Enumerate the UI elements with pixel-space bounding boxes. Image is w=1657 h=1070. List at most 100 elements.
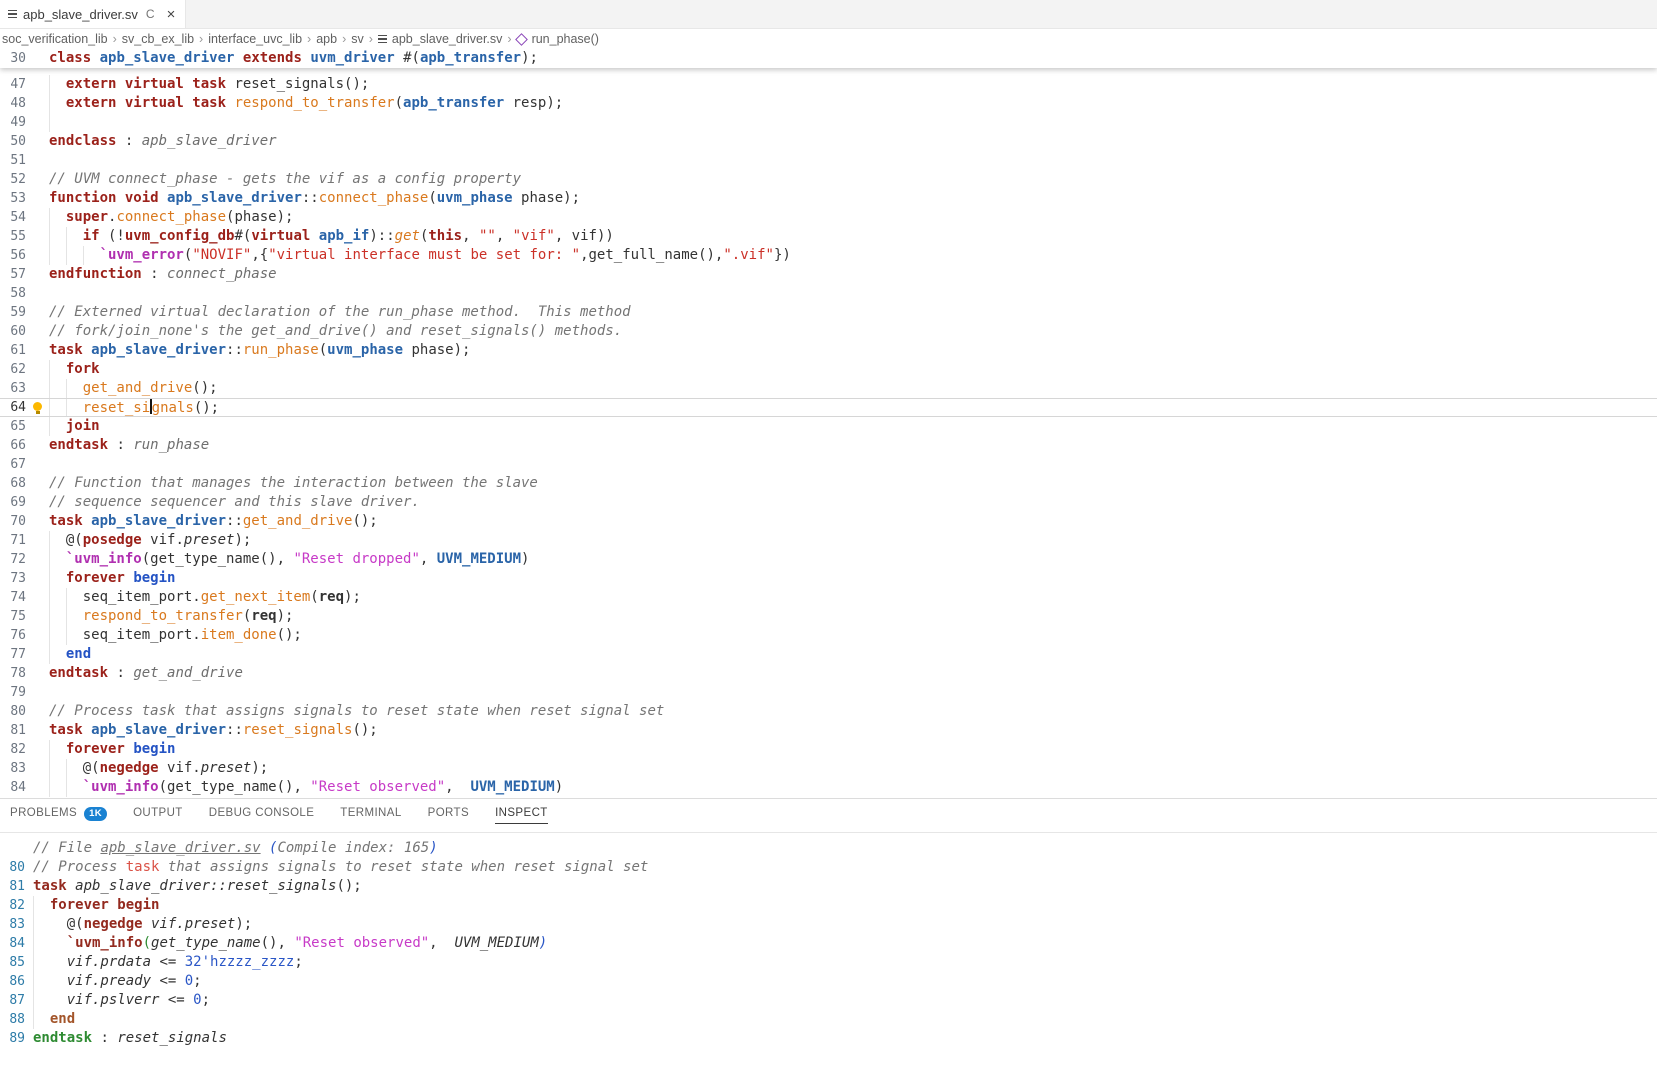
code-line[interactable]: 57endfunction : connect_phase	[0, 265, 1657, 284]
indent-guide	[49, 550, 50, 569]
breadcrumb-item-sv-cb-ex-lib[interactable]: sv_cb_ex_lib	[122, 32, 194, 46]
code-line[interactable]: 55 if (!uvm_config_db#(virtual apb_if)::…	[0, 227, 1657, 246]
indent-guide	[49, 531, 50, 550]
code-line[interactable]: 61task apb_slave_driver::run_phase(uvm_p…	[0, 341, 1657, 360]
code-line[interactable]: 75 respond_to_transfer(req);	[0, 607, 1657, 626]
breadcrumb-item-apb-slave-driver-sv[interactable]: apb_slave_driver.sv	[378, 32, 502, 46]
breadcrumb-item-apb[interactable]: apb	[316, 32, 337, 46]
code-line[interactable]: 77 end	[0, 645, 1657, 664]
code-line[interactable]: 80// Process task that assigns signals t…	[0, 702, 1657, 721]
panel-code-line[interactable]: 85 vif.prdata <= 32'hzzzz_zzzz;	[0, 953, 1657, 972]
code-line[interactable]: 66endtask : run_phase	[0, 436, 1657, 455]
sticky-scroll-header[interactable]: 30class apb_slave_driver extends uvm_dri…	[0, 49, 1657, 68]
panel-code-line[interactable]: 89endtask : reset_signals	[0, 1029, 1657, 1048]
line-number: 73	[0, 569, 26, 588]
panel-code-line[interactable]: // File apb_slave_driver.sv (Compile ind…	[0, 839, 1657, 858]
close-icon[interactable]: ×	[167, 7, 176, 22]
line-number: 89	[0, 1029, 25, 1048]
code-line[interactable]: 78endtask : get_and_drive	[0, 664, 1657, 683]
line-number: 56	[0, 246, 26, 265]
code-line[interactable]: 70task apb_slave_driver::get_and_drive()…	[0, 512, 1657, 531]
line-number: 87	[0, 991, 25, 1010]
code-line[interactable]: 82 forever begin	[0, 740, 1657, 759]
breadcrumb-label: interface_uvc_lib	[208, 32, 302, 46]
code-line[interactable]: 53function void apb_slave_driver::connec…	[0, 189, 1657, 208]
code-line[interactable]: 62 fork	[0, 360, 1657, 379]
indent-guide	[49, 379, 50, 398]
code-line[interactable]: 51	[0, 151, 1657, 170]
code-line[interactable]: 81task apb_slave_driver::reset_signals()…	[0, 721, 1657, 740]
panel-code-line[interactable]: 86 vif.pready <= 0;	[0, 972, 1657, 991]
code-line[interactable]: 30class apb_slave_driver extends uvm_dri…	[0, 49, 1657, 68]
indent-guide	[33, 972, 34, 991]
code-line[interactable]: 58	[0, 284, 1657, 303]
line-number: 83	[0, 915, 25, 934]
code-line[interactable]: 73 forever begin	[0, 569, 1657, 588]
panel-tab-ports[interactable]: PORTS	[428, 807, 469, 824]
panel-tab-output[interactable]: OUTPUT	[133, 807, 183, 824]
code-line[interactable]: 48 extern virtual task respond_to_transf…	[0, 94, 1657, 113]
code-line[interactable]: 79	[0, 683, 1657, 702]
indent-guide	[49, 607, 50, 626]
indent-guide	[49, 417, 50, 436]
file-icon	[378, 35, 387, 44]
code-line[interactable]: 67	[0, 455, 1657, 474]
tab-marker: C	[146, 7, 155, 21]
panel-tab-terminal[interactable]: TERMINAL	[340, 807, 401, 824]
line-number: 49	[0, 113, 26, 132]
tab-apb-slave-driver[interactable]: apb_slave_driver.sv C ×	[0, 0, 186, 28]
code-line[interactable]: 69// sequence sequencer and this slave d…	[0, 493, 1657, 512]
code-line[interactable]: 68// Function that manages the interacti…	[0, 474, 1657, 493]
indent-guide	[33, 953, 34, 972]
panel-tab-problems[interactable]: PROBLEMS1K	[10, 807, 107, 824]
line-number: 76	[0, 626, 26, 645]
panel-code-line[interactable]: 87 vif.pslverr <= 0;	[0, 991, 1657, 1010]
code-line[interactable]: 76 seq_item_port.item_done();	[0, 626, 1657, 645]
code-line[interactable]: 65 join	[0, 417, 1657, 436]
line-number: 50	[0, 132, 26, 151]
code-line[interactable]: 84 `uvm_info(get_type_name(), "Reset obs…	[0, 778, 1657, 797]
code-line[interactable]: 63 get_and_drive();	[0, 379, 1657, 398]
code-line[interactable]: 49	[0, 113, 1657, 132]
inspect-panel-content[interactable]: // File apb_slave_driver.sv (Compile ind…	[0, 833, 1657, 1048]
code-line[interactable]: 60// fork/join_none's the get_and_drive(…	[0, 322, 1657, 341]
panel-code-line[interactable]: 80// Process task that assigns signals t…	[0, 858, 1657, 877]
code-line[interactable]: 54 super.connect_phase(phase);	[0, 208, 1657, 227]
breadcrumb-label: apb	[316, 32, 337, 46]
indent-guide	[49, 227, 50, 246]
code-line[interactable]: 50endclass : apb_slave_driver	[0, 132, 1657, 151]
code-editor[interactable]: 30class apb_slave_driver extends uvm_dri…	[0, 49, 1657, 798]
panel-code-line[interactable]: 82 forever begin	[0, 896, 1657, 915]
code-line[interactable]: 74 seq_item_port.get_next_item(req);	[0, 588, 1657, 607]
panel-tab-inspect[interactable]: INSPECT	[495, 807, 548, 824]
code-line[interactable]: 56 `uvm_error("NOVIF",{"virtual interfac…	[0, 246, 1657, 265]
code-line[interactable]: 71 @(posedge vif.preset);	[0, 531, 1657, 550]
breadcrumb-item-sv[interactable]: sv	[351, 32, 364, 46]
code-line[interactable]: 52// UVM connect_phase - gets the vif as…	[0, 170, 1657, 189]
breadcrumb-label: sv_cb_ex_lib	[122, 32, 194, 46]
panel-code-line[interactable]: 84 `uvm_info(get_type_name(), "Reset obs…	[0, 934, 1657, 953]
panel-code-line[interactable]: 81task apb_slave_driver::reset_signals()…	[0, 877, 1657, 896]
breadcrumb-label: sv	[351, 32, 364, 46]
code-line[interactable]: 64 reset_signals();	[0, 398, 1657, 417]
breadcrumb-item-run-phase[interactable]: run_phase()	[517, 32, 599, 46]
panel-tab-debug-console[interactable]: DEBUG CONSOLE	[209, 807, 315, 824]
lightbulb-icon[interactable]	[33, 402, 42, 411]
panel-code-line[interactable]: 88 end	[0, 1010, 1657, 1029]
breadcrumb-separator: ›	[342, 32, 346, 46]
line-number: 65	[0, 417, 26, 436]
code-line[interactable]: 83 @(negedge vif.preset);	[0, 759, 1657, 778]
code-line[interactable]: 47 extern virtual task reset_signals();	[0, 75, 1657, 94]
code-line[interactable]: 59// Externed virtual declaration of the…	[0, 303, 1657, 322]
code-line[interactable]: 72 `uvm_info(get_type_name(), "Reset dro…	[0, 550, 1657, 569]
breadcrumb-item-soc-verification-lib[interactable]: soc_verification_lib	[2, 32, 108, 46]
breadcrumb-separator: ›	[113, 32, 117, 46]
indent-guide	[49, 626, 50, 645]
line-number: 70	[0, 512, 26, 531]
line-number: 80	[0, 702, 26, 721]
editor-lines[interactable]: 47 extern virtual task reset_signals();4…	[0, 75, 1657, 797]
panel-code-line[interactable]: 83 @(negedge vif.preset);	[0, 915, 1657, 934]
breadcrumb-item-interface-uvc-lib[interactable]: interface_uvc_lib	[208, 32, 302, 46]
indent-guide	[49, 246, 50, 265]
line-number: 53	[0, 189, 26, 208]
